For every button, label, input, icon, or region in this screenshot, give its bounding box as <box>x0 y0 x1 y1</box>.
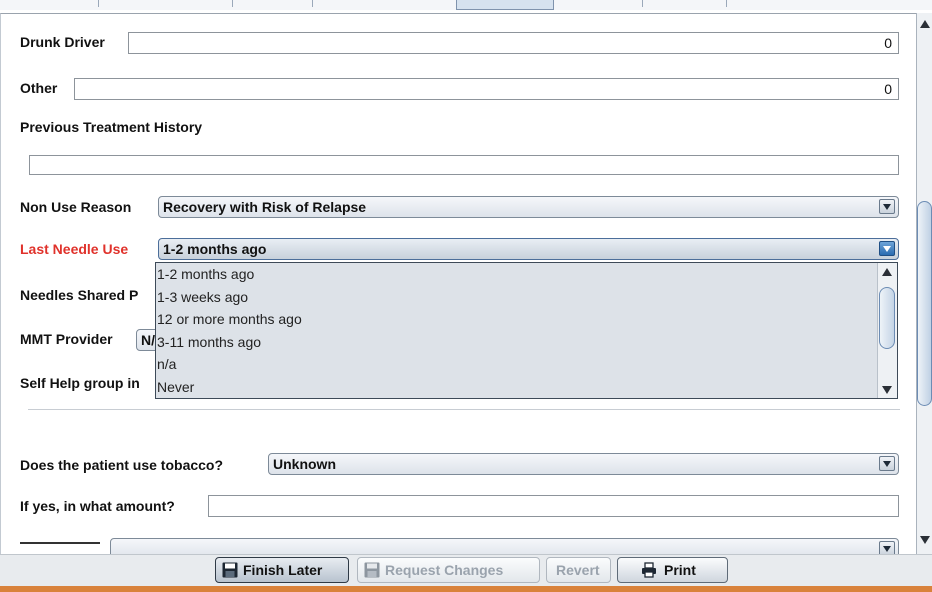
last-needle-use-dropdown[interactable]: 1-2 months ago 1-3 weeks ago 12 or more … <box>155 262 898 399</box>
tab-divider <box>642 0 643 7</box>
tobacco-amount-field[interactable] <box>208 495 899 517</box>
printer-icon <box>642 562 656 578</box>
section-divider <box>28 409 900 410</box>
needles-shared-label: Needles Shared P <box>20 287 139 303</box>
tobacco-value: Unknown <box>273 456 336 472</box>
self-help-label: Self Help group in <box>20 375 140 391</box>
previous-treatment-field[interactable] <box>29 155 899 175</box>
scroll-down-icon[interactable] <box>920 536 930 544</box>
non-use-reason-combo[interactable]: Recovery with Risk of Relapse <box>158 196 899 218</box>
print-label: Print <box>664 562 696 578</box>
last-needle-use-combo[interactable]: 1-2 months ago <box>158 238 899 260</box>
drunk-driver-label: Drunk Driver <box>20 34 105 50</box>
mmt-provider-label: MMT Provider <box>20 331 113 347</box>
revert-label: Revert <box>556 562 600 578</box>
chevron-down-icon[interactable] <box>879 199 895 214</box>
dropdown-option[interactable]: Never <box>156 376 897 399</box>
chevron-down-icon[interactable] <box>879 456 895 471</box>
revert-button[interactable]: Revert <box>546 557 611 583</box>
tab-selected[interactable] <box>456 0 554 10</box>
finish-later-button[interactable]: Finish Later <box>215 557 349 583</box>
print-button[interactable]: Print <box>617 557 728 583</box>
previous-treatment-label: Previous Treatment History <box>20 119 203 135</box>
request-changes-label: Request Changes <box>385 562 504 578</box>
last-needle-use-label: Last Needle Use <box>20 241 129 257</box>
other-field[interactable]: 0 <box>74 78 899 100</box>
dropdown-option[interactable]: 1-3 weeks ago <box>156 286 897 309</box>
dropdown-option[interactable]: 12 or more months ago <box>156 308 897 331</box>
request-changes-button[interactable]: Request Changes <box>357 557 540 583</box>
main-scrollbar[interactable] <box>916 13 932 554</box>
tobacco-label: Does the patient use tobacco? <box>20 457 224 473</box>
tobacco-combo[interactable]: Unknown <box>268 453 899 475</box>
next-row-combo[interactable] <box>110 538 899 555</box>
dropdown-option[interactable]: n/a <box>156 353 897 376</box>
scroll-thumb[interactable] <box>879 287 895 349</box>
dropdown-scrollbar[interactable] <box>877 263 897 398</box>
tab-divider <box>98 0 99 7</box>
dropdown-option[interactable]: 1-2 months ago <box>156 263 897 286</box>
dropdown-option[interactable]: 3-11 months ago <box>156 331 897 354</box>
mmt-provider-value: N/ <box>141 332 155 348</box>
chevron-down-icon[interactable] <box>879 241 895 256</box>
scroll-down-icon[interactable] <box>882 386 892 394</box>
tab-strip <box>0 0 932 10</box>
other-label: Other <box>20 80 58 96</box>
last-needle-use-value: 1-2 months ago <box>163 241 267 257</box>
drunk-driver-field[interactable]: 0 <box>128 32 899 54</box>
scroll-up-icon[interactable] <box>920 20 930 28</box>
button-bar: Finish Later Request Changes Revert Prin… <box>0 554 932 587</box>
non-use-reason-label: Non Use Reason <box>20 199 132 215</box>
tobacco-amount-label: If yes, in what amount? <box>20 498 175 514</box>
tab-divider <box>232 0 233 7</box>
chevron-down-icon[interactable] <box>879 541 895 555</box>
footer-strip <box>0 586 932 592</box>
save-icon <box>364 562 380 578</box>
save-icon <box>222 562 238 578</box>
next-row-label-cut <box>20 542 100 547</box>
tab-divider <box>726 0 727 7</box>
tab-divider <box>312 0 313 7</box>
finish-later-label: Finish Later <box>243 562 323 578</box>
scroll-thumb[interactable] <box>917 201 932 406</box>
non-use-reason-value: Recovery with Risk of Relapse <box>163 199 367 215</box>
scroll-up-icon[interactable] <box>882 268 892 276</box>
